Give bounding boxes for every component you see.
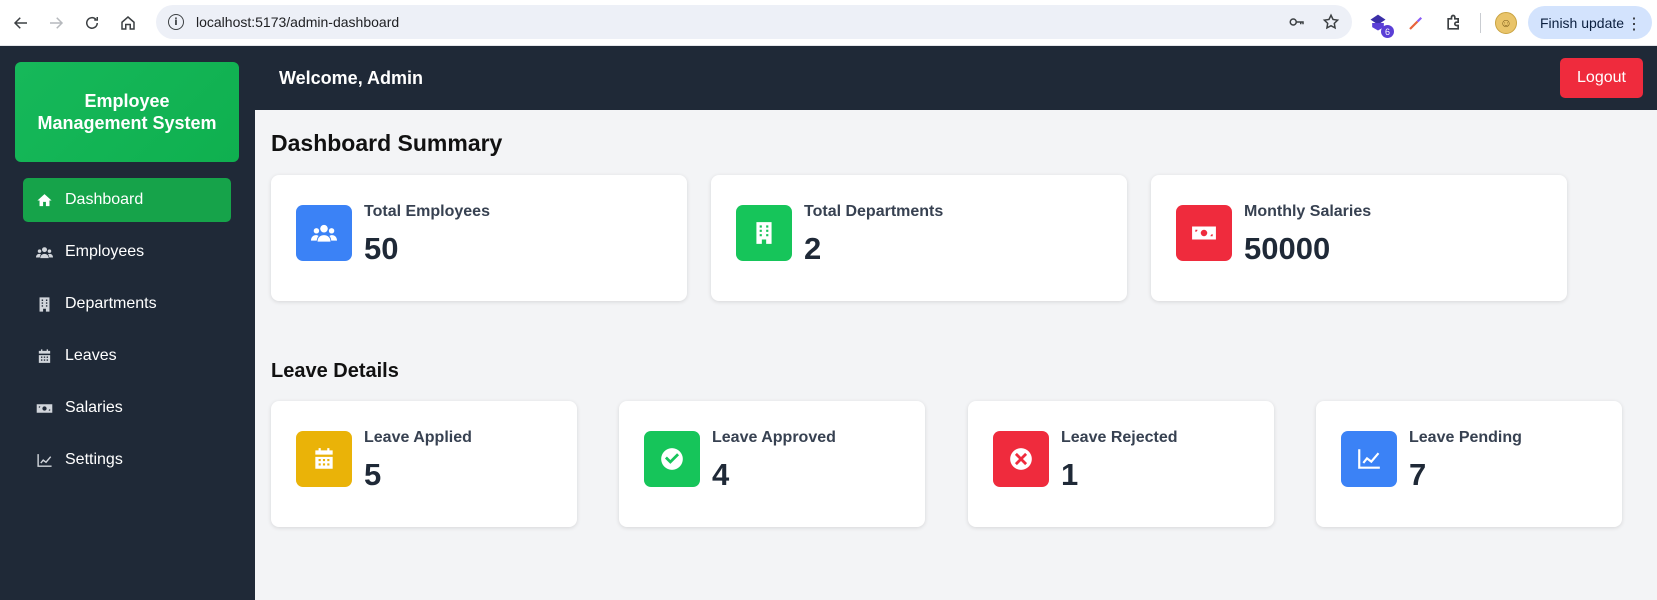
address-bar[interactable]: i localhost:5173/admin-dashboard: [156, 5, 1352, 39]
sidebar-item-departments[interactable]: Departments: [23, 282, 231, 326]
card-value: 2: [804, 231, 822, 266]
more-menu-icon[interactable]: ⋮: [1626, 14, 1642, 34]
main-content: Dashboard Summary Total Employees 50 Tot…: [255, 110, 1657, 600]
sidebar-menu: Dashboard Employees Departments Leaves S…: [23, 178, 231, 490]
sidebar-item-label: Employees: [65, 243, 145, 260]
users-icon: [35, 243, 53, 261]
card-value: 50000: [1244, 231, 1331, 266]
money-bill-icon: [1176, 205, 1232, 261]
summary-card-total-departments: Total Departments 2: [711, 175, 1127, 301]
sidebar-item-dashboard[interactable]: Dashboard: [23, 178, 231, 222]
card-label: Leave Rejected: [1061, 429, 1178, 446]
sidebar-item-label: Dashboard: [65, 191, 144, 208]
times-circle-icon: [993, 431, 1049, 487]
leave-card-approved: Leave Approved 4: [619, 401, 925, 527]
card-value: 5: [364, 457, 382, 492]
top-header: Welcome, Admin Logout: [255, 46, 1657, 110]
building-icon: [736, 205, 792, 261]
sidebar-item-label: Leaves: [65, 347, 117, 364]
sidebar-item-settings[interactable]: Settings: [23, 438, 231, 482]
sidebar-item-leaves[interactable]: Leaves: [23, 334, 231, 378]
summary-card-monthly-salaries: Monthly Salaries 50000: [1151, 175, 1567, 301]
calendar-icon: [296, 431, 352, 487]
card-label: Leave Applied: [364, 429, 472, 446]
toolbar-separator: [1480, 13, 1481, 33]
card-value: 7: [1409, 457, 1427, 492]
card-value: 1: [1061, 457, 1079, 492]
sidebar-item-employees[interactable]: Employees: [23, 230, 231, 274]
profile-avatar[interactable]: ☺: [1495, 12, 1517, 34]
card-value: 50: [364, 231, 399, 266]
extension-icon[interactable]: 6: [1366, 11, 1394, 38]
url-text: localhost:5173/admin-dashboard: [196, 14, 400, 30]
money-bill-icon: [35, 399, 53, 417]
leave-card-rejected: Leave Rejected 1: [968, 401, 1274, 527]
extension-badge: 6: [1381, 25, 1394, 38]
sidebar-item-label: Settings: [65, 451, 123, 468]
leave-details-title: Leave Details: [271, 360, 399, 382]
home-icon: [35, 191, 53, 209]
chart-line-icon: [1341, 431, 1397, 487]
color-picker-extension-icon[interactable]: [1404, 11, 1428, 35]
finish-update-label: Finish update: [1540, 14, 1625, 31]
leave-card-applied: Leave Applied 5: [271, 401, 577, 527]
card-label: Total Employees: [364, 203, 490, 220]
home-button[interactable]: [110, 5, 146, 41]
leave-card-pending: Leave Pending 7: [1316, 401, 1622, 527]
site-info-icon[interactable]: i: [168, 14, 184, 30]
welcome-text: Welcome, Admin: [279, 68, 424, 88]
check-circle-icon: [644, 431, 700, 487]
browser-toolbar: i localhost:5173/admin-dashboard 6 ☺ Fin…: [0, 0, 1657, 46]
building-icon: [35, 295, 53, 313]
card-label: Leave Pending: [1409, 429, 1522, 446]
brand-title: Employee Management System: [15, 62, 239, 162]
calendar-icon: [35, 347, 53, 365]
summary-card-total-employees: Total Employees 50: [271, 175, 687, 301]
sidebar-item-label: Departments: [65, 295, 157, 312]
card-label: Total Departments: [804, 203, 944, 220]
sidebar-item-label: Salaries: [65, 399, 123, 416]
card-label: Leave Approved: [712, 429, 836, 446]
password-key-icon[interactable]: [1288, 13, 1306, 31]
users-icon: [296, 205, 352, 261]
summary-title: Dashboard Summary: [271, 130, 503, 156]
forward-button[interactable]: [38, 5, 74, 41]
bookmark-star-icon[interactable]: [1322, 13, 1340, 31]
extensions-puzzle-icon[interactable]: [1442, 11, 1466, 35]
chart-line-icon: [35, 451, 53, 469]
logout-button[interactable]: Logout: [1560, 58, 1643, 98]
card-value: 4: [712, 457, 730, 492]
reload-button[interactable]: [74, 5, 110, 41]
finish-update-button[interactable]: Finish update ⋮: [1528, 6, 1652, 39]
card-label: Monthly Salaries: [1244, 203, 1372, 220]
back-button[interactable]: [3, 5, 39, 41]
sidebar-item-salaries[interactable]: Salaries: [23, 386, 231, 430]
sidebar: Employee Management System Dashboard Emp…: [0, 46, 255, 600]
